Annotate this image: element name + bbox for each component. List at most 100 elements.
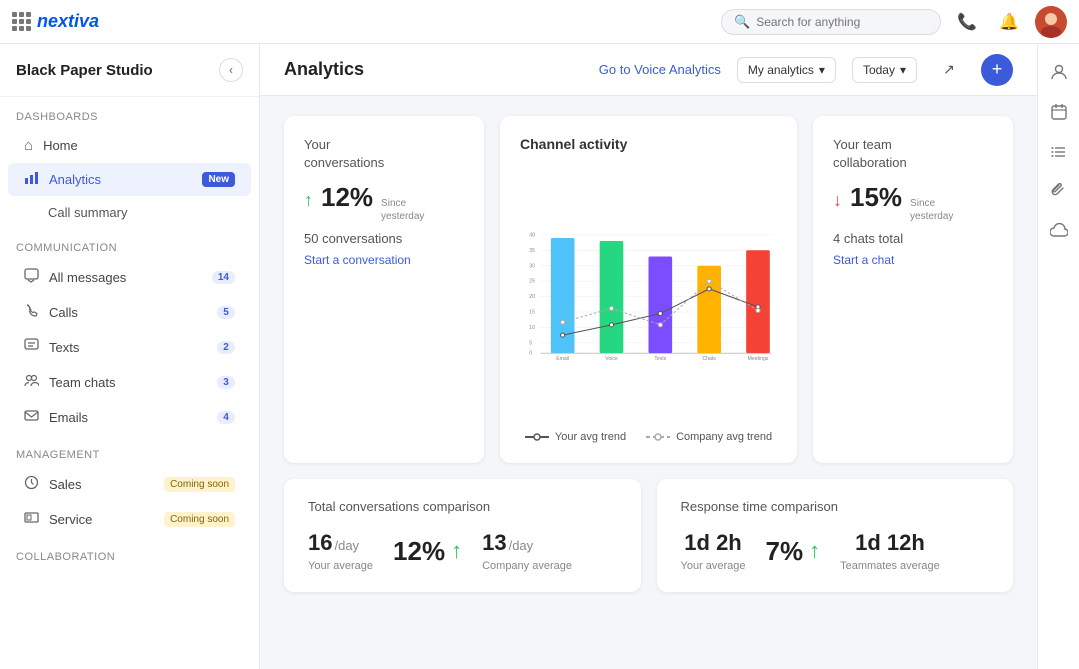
sidebar-item-texts[interactable]: Texts 2 bbox=[8, 331, 251, 364]
today-button[interactable]: Today ▾ bbox=[852, 57, 917, 83]
chart-area: 40 35 30 25 20 15 10 5 0 bbox=[520, 164, 777, 443]
my-analytics-button[interactable]: My analytics ▾ bbox=[737, 57, 836, 83]
response-your-label: Your average bbox=[681, 560, 746, 572]
sidebar-item-calls[interactable]: Calls 5 bbox=[8, 296, 251, 329]
dashboards-section-label: Dashboards bbox=[0, 97, 259, 129]
your-avg-block: 16 /day Your average bbox=[308, 530, 373, 572]
management-section-label: Management bbox=[0, 435, 259, 467]
team-collaboration-card: Your teamcollaboration ↓ 15% Sinceyester… bbox=[813, 116, 1013, 463]
start-chat-link[interactable]: Start a chat bbox=[833, 253, 894, 267]
logo-text: nextiva bbox=[37, 11, 99, 32]
response-time-title: Response time comparison bbox=[681, 499, 990, 514]
top-navigation: nextiva 🔍 📞 🔔 bbox=[0, 0, 1079, 44]
bar-texts bbox=[649, 256, 673, 353]
sidebar-item-team-chats[interactable]: Team chats 3 bbox=[8, 366, 251, 399]
teammates-avg-label: Teammates average bbox=[840, 560, 940, 572]
svg-text:40: 40 bbox=[529, 232, 535, 238]
count-badge: 5 bbox=[217, 306, 235, 319]
legend-company-avg: Company avg trend bbox=[646, 431, 772, 443]
company-avg-unit: /day bbox=[509, 538, 534, 553]
cards-row: Yourconversations ↑ 12% Sinceyesterday 5… bbox=[284, 116, 1013, 463]
grid-icon bbox=[12, 12, 31, 31]
response-your-avg: 1d 2h bbox=[684, 530, 741, 555]
list-icon[interactable] bbox=[1043, 136, 1075, 168]
svg-text:25: 25 bbox=[529, 279, 535, 285]
sidebar-item-label: Emails bbox=[49, 410, 207, 425]
sidebar-item-label: Home bbox=[43, 138, 235, 153]
sidebar-item-label: All messages bbox=[49, 270, 202, 285]
team-chats-icon bbox=[24, 373, 39, 392]
logo: nextiva bbox=[12, 11, 99, 32]
sidebar-header: Black Paper Studio ‹ bbox=[0, 44, 259, 97]
sidebar-item-emails[interactable]: Emails 4 bbox=[8, 401, 251, 434]
team-percent-row: ↓ 15% Sinceyesterday bbox=[833, 182, 993, 223]
up-arrow-icon: ↑ bbox=[451, 538, 462, 564]
calls-icon bbox=[24, 303, 39, 322]
start-conversation-link[interactable]: Start a conversation bbox=[304, 253, 411, 267]
team-since: Sinceyesterday bbox=[910, 197, 953, 223]
response-your-avg-block: 1d 2h Your average bbox=[681, 530, 746, 572]
your-avg-value: 16 bbox=[308, 530, 332, 556]
dashboard: Yourconversations ↑ 12% Sinceyesterday 5… bbox=[260, 96, 1037, 612]
count-badge: 3 bbox=[217, 376, 235, 389]
bar-voice bbox=[600, 241, 624, 353]
sidebar-item-label: Texts bbox=[49, 340, 207, 355]
channel-activity-chart: 40 35 30 25 20 15 10 5 0 bbox=[520, 164, 777, 424]
collaboration-section-label: Collaboration bbox=[0, 537, 259, 569]
search-bar[interactable]: 🔍 bbox=[721, 9, 941, 35]
total-conversations-title: Total conversations comparison bbox=[308, 499, 617, 514]
sidebar-item-all-messages[interactable]: All messages 14 bbox=[8, 261, 251, 294]
analytics-header: Analytics Go to Voice Analytics My analy… bbox=[260, 44, 1037, 96]
svg-text:Chats: Chats bbox=[702, 356, 716, 362]
calendar-icon[interactable] bbox=[1043, 96, 1075, 128]
sidebar-item-label: Analytics bbox=[49, 172, 186, 187]
sidebar-item-label: Sales bbox=[49, 477, 150, 492]
conversations-since: Sinceyesterday bbox=[381, 197, 424, 223]
analytics-icon bbox=[24, 170, 39, 189]
search-input[interactable] bbox=[756, 15, 928, 29]
svg-text:Voice: Voice bbox=[605, 356, 618, 362]
sidebar-item-call-summary[interactable]: Call summary bbox=[8, 198, 251, 227]
chevron-down-icon: ▾ bbox=[819, 63, 825, 77]
voice-analytics-link[interactable]: Go to Voice Analytics bbox=[599, 62, 721, 77]
main-layout: Black Paper Studio ‹ Dashboards ⌂ Home A… bbox=[0, 44, 1079, 669]
sidebar-item-home[interactable]: ⌂ Home bbox=[8, 130, 251, 161]
avatar[interactable] bbox=[1035, 6, 1067, 38]
sales-icon bbox=[24, 475, 39, 494]
team-card-title: Your teamcollaboration bbox=[833, 136, 993, 172]
sidebar-item-sales[interactable]: Sales Coming soon bbox=[8, 468, 251, 501]
total-conversations-card: Total conversations comparison 16 /day Y… bbox=[284, 479, 641, 592]
communication-section-label: Communication bbox=[0, 228, 259, 260]
emails-icon bbox=[24, 408, 39, 427]
bell-icon[interactable]: 🔔 bbox=[993, 6, 1025, 38]
share-icon[interactable]: ↗ bbox=[933, 54, 965, 86]
analytics-title: Analytics bbox=[284, 59, 583, 80]
my-analytics-label: My analytics bbox=[748, 63, 814, 77]
svg-text:Email: Email bbox=[556, 356, 569, 362]
total-conversations-metrics: 16 /day Your average 12% ↑ 13 bbox=[308, 530, 617, 572]
phone-icon[interactable]: 📞 bbox=[951, 6, 983, 38]
sidebar-item-label: Call summary bbox=[48, 205, 235, 220]
new-badge: New bbox=[202, 172, 235, 187]
company-avg-label: Company average bbox=[482, 560, 572, 572]
collapse-button[interactable]: ‹ bbox=[219, 58, 243, 82]
sidebar-item-analytics[interactable]: Analytics New bbox=[8, 163, 251, 196]
company-avg-legend-icon bbox=[646, 432, 670, 442]
attachment-icon[interactable] bbox=[1043, 176, 1075, 208]
your-avg-unit: /day bbox=[334, 538, 359, 553]
response-time-metrics: 1d 2h Your average 7% ↑ 1d 12h Teammates… bbox=[681, 530, 990, 572]
total-pct-block: 12% ↑ bbox=[393, 536, 462, 567]
cloud-icon[interactable] bbox=[1043, 216, 1075, 248]
service-icon bbox=[24, 510, 39, 529]
sidebar-item-label: Team chats bbox=[49, 375, 207, 390]
conversations-card: Yourconversations ↑ 12% Sinceyesterday 5… bbox=[284, 116, 484, 463]
profile-icon[interactable] bbox=[1043, 56, 1075, 88]
home-icon: ⌂ bbox=[24, 137, 33, 154]
sidebar-item-service[interactable]: Service Coming soon bbox=[8, 503, 251, 536]
count-badge: 2 bbox=[217, 341, 235, 354]
add-button[interactable]: + bbox=[981, 54, 1013, 86]
teammates-avg-block: 1d 12h Teammates average bbox=[840, 530, 940, 572]
response-time-card: Response time comparison 1d 2h Your aver… bbox=[657, 479, 1014, 592]
conversations-card-title: Yourconversations bbox=[304, 136, 464, 172]
conversations-percent: 12% bbox=[321, 182, 373, 213]
